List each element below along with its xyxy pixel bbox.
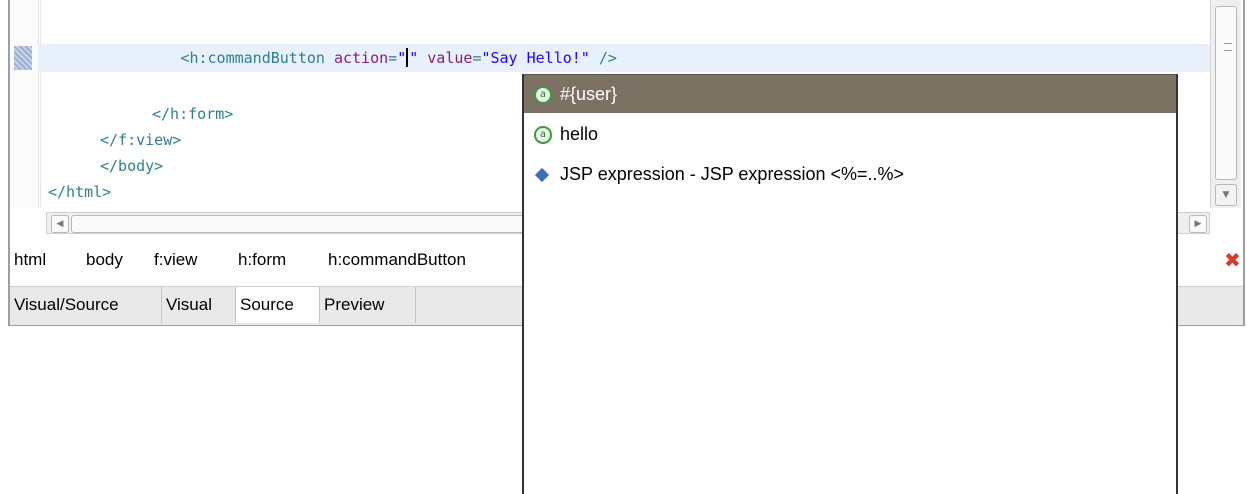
code-attr-value: value <box>427 49 473 67</box>
autocomplete-item[interactable]: a hello <box>524 115 1176 153</box>
text-caret <box>406 48 409 67</box>
code-line-html-close[interactable]: </html> <box>48 182 111 202</box>
autocomplete-item-label: #{user} <box>560 84 618 104</box>
code-string-value: "Say Hello!" <box>481 49 590 67</box>
breadcrumb-item-h-commandbutton[interactable]: h:commandButton <box>328 250 466 270</box>
autocomplete-item[interactable]: a #{user} <box>524 75 1176 113</box>
autocomplete-popup: a #{user} a hello JSP expression - JSP e… <box>522 74 1178 494</box>
horizontal-scroll-thumb[interactable] <box>71 215 573 233</box>
scroll-right-arrow-icon[interactable]: ▶ <box>1189 215 1207 233</box>
tab-visual[interactable]: Visual <box>162 287 236 323</box>
code-quote-open: " <box>397 49 407 67</box>
code-quote-close: " <box>409 49 419 67</box>
breadcrumb-item-body[interactable]: body <box>86 250 123 270</box>
breadcrumb-item-f-view[interactable]: f:view <box>154 250 197 270</box>
code-line-form-close[interactable]: </h:form> <box>152 104 233 124</box>
code-equals: = <box>388 49 398 67</box>
code-tag-close: /> <box>589 49 617 67</box>
el-expression-icon: a <box>534 115 552 153</box>
current-line-marker <box>14 46 32 70</box>
editor-gutter <box>10 0 39 208</box>
autocomplete-item-label: hello <box>560 124 599 144</box>
scroll-left-arrow-icon[interactable]: ◀ <box>51 215 69 233</box>
gutter-divider <box>40 0 41 208</box>
breadcrumb-item-html[interactable]: html <box>14 250 46 270</box>
scroll-down-arrow-icon[interactable]: ▼ <box>1215 184 1237 206</box>
vertical-scrollbar[interactable]: ▼ <box>1210 0 1241 208</box>
vertical-scroll-thumb[interactable] <box>1215 6 1237 180</box>
code-attr-action: action <box>333 49 389 67</box>
tab-source[interactable]: Source <box>236 287 320 323</box>
code-tag-open: <h:commandButton <box>180 49 334 67</box>
autocomplete-item[interactable]: JSP expression - JSP expression <%=..%> <box>524 155 1176 193</box>
code-line-body-close[interactable]: </body> <box>100 156 163 176</box>
breadcrumb-item-h-form[interactable]: h:form <box>238 250 286 270</box>
code-line-command-button[interactable]: <h:commandButton action=" " value="Say He… <box>54 48 617 68</box>
code-line-view-close[interactable]: </f:view> <box>100 130 181 150</box>
jsp-expression-icon <box>534 155 550 193</box>
tab-preview[interactable]: Preview <box>320 287 416 323</box>
autocomplete-item-label: JSP expression - JSP expression <%=..%> <box>560 164 905 184</box>
el-expression-icon: a <box>534 75 552 113</box>
scroll-grip-icon <box>1224 43 1232 51</box>
close-icon[interactable]: ✖ <box>1224 248 1241 272</box>
tab-visual-source[interactable]: Visual/Source <box>10 287 162 323</box>
